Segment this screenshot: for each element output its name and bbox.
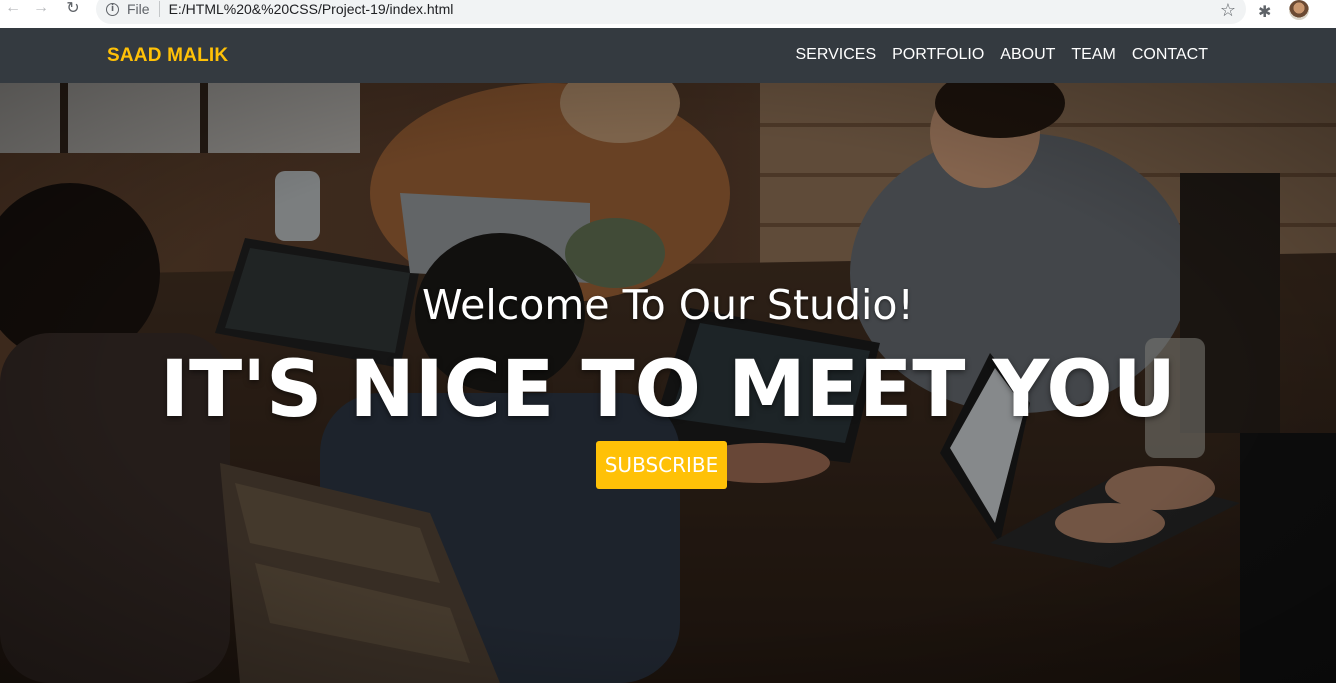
file-label: File xyxy=(127,1,150,17)
address-bar[interactable]: i File E:/HTML%20&%20CSS/Project-19/inde… xyxy=(96,0,1246,24)
brand-logo[interactable]: SAAD MALIK xyxy=(107,45,228,67)
hero-welcome-text: Welcome To Our Studio! xyxy=(422,281,914,329)
url-text[interactable]: E:/HTML%20&%20CSS/Project-19/index.html xyxy=(169,1,454,17)
hero-content: Welcome To Our Studio! IT'S NICE TO MEET… xyxy=(0,83,1336,683)
browser-toolbar: ← → ↻ i File E:/HTML%20&%20CSS/Project-1… xyxy=(0,0,1336,28)
nav-about[interactable]: ABOUT xyxy=(1000,46,1055,64)
hero-section: Welcome To Our Studio! IT'S NICE TO MEET… xyxy=(0,83,1336,683)
nav-team[interactable]: TEAM xyxy=(1071,46,1115,64)
nav-contact[interactable]: CONTACT xyxy=(1132,46,1208,64)
forward-icon[interactable]: → xyxy=(28,0,54,18)
nav-services[interactable]: SERVICES xyxy=(795,46,876,64)
profile-avatar[interactable] xyxy=(1289,0,1309,20)
nav-portfolio[interactable]: PORTFOLIO xyxy=(892,46,984,64)
main-nav: SERVICES PORTFOLIO ABOUT TEAM CONTACT xyxy=(779,46,1208,64)
info-icon[interactable]: i xyxy=(106,2,119,16)
subscribe-button[interactable]: SUBSCRIBE xyxy=(596,441,727,489)
extensions-icon[interactable]: ✱ xyxy=(1258,2,1276,21)
site-header: SAAD MALIK SERVICES PORTFOLIO ABOUT TEAM… xyxy=(0,28,1336,83)
back-icon[interactable]: ← xyxy=(0,0,26,18)
divider xyxy=(158,1,160,17)
hero-headline: IT'S NICE TO MEET YOU xyxy=(160,345,1176,435)
reload-icon[interactable]: ↻ xyxy=(60,0,86,18)
star-icon[interactable]: ☆ xyxy=(1220,0,1236,21)
